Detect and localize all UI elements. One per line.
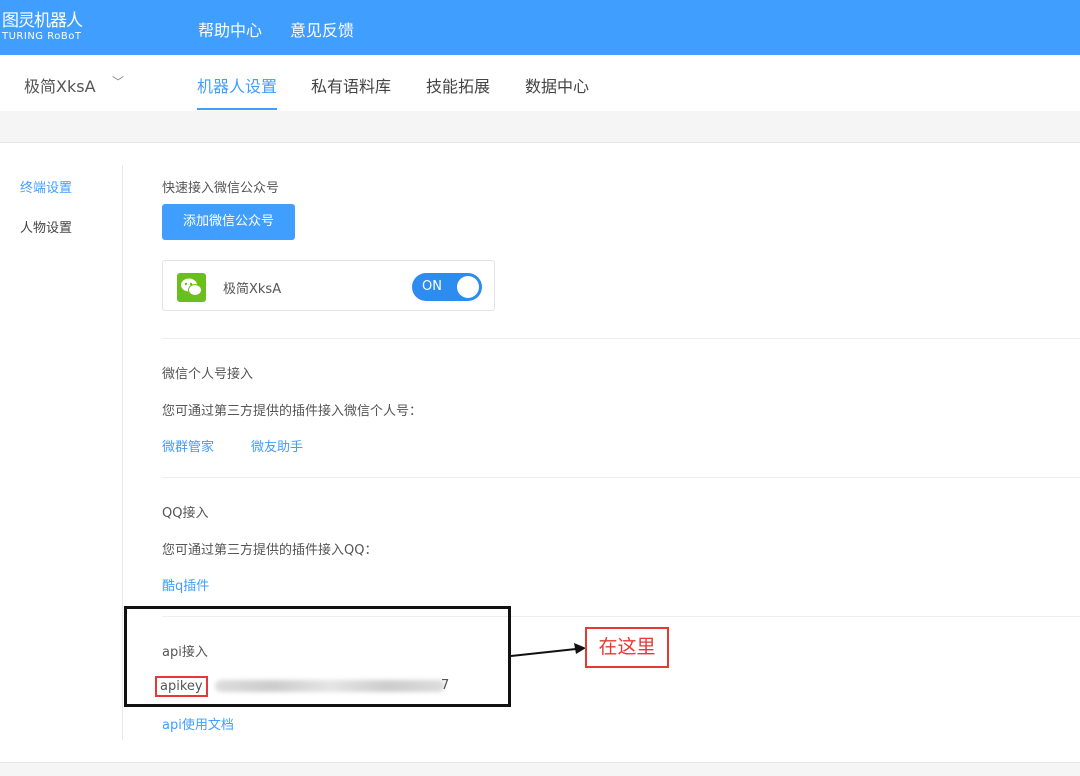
robot-selector[interactable]: 极简XksA ﹀ bbox=[24, 73, 124, 97]
wechat-official-title: 快速接入微信公众号 bbox=[162, 181, 280, 196]
tab-robot-settings[interactable]: 机器人设置 bbox=[197, 73, 278, 110]
tab-skills[interactable]: 技能拓展 bbox=[426, 73, 490, 97]
wechat-personal-desc: 您可通过第三方提供的插件接入微信个人号： bbox=[162, 404, 423, 419]
account-name: 极简XksA bbox=[223, 282, 282, 297]
divider bbox=[162, 338, 1080, 339]
logo[interactable]: 图灵机器人 TURING RoBoT bbox=[2, 12, 83, 43]
wechat-account-card: 极简XksA ON bbox=[162, 260, 495, 311]
annotation-note: 在这里 bbox=[585, 627, 669, 668]
sub-nav: 极简XksA ﹀ 机器人设置 私有语料库 技能拓展 数据中心 bbox=[0, 55, 1080, 111]
link-api-docs[interactable]: api使用文档 bbox=[162, 714, 234, 733]
divider-band bbox=[0, 111, 1080, 143]
qq-title: QQ接入 bbox=[162, 506, 209, 521]
account-toggle[interactable]: ON bbox=[412, 273, 482, 301]
top-bar: 图灵机器人 TURING RoBoT 帮助中心 意见反馈 bbox=[0, 0, 1080, 55]
sidebar-item-terminal[interactable]: 终端设置 bbox=[20, 177, 72, 196]
highlight-box bbox=[124, 606, 511, 707]
nav-help-center[interactable]: 帮助中心 bbox=[198, 17, 262, 41]
add-wechat-official-button[interactable]: 添加微信公众号 bbox=[162, 204, 295, 240]
qq-desc: 您可通过第三方提供的插件接入QQ： bbox=[162, 543, 378, 558]
toggle-knob bbox=[457, 276, 479, 298]
link-weiqun-guanjia[interactable]: 微群管家 bbox=[162, 436, 214, 455]
footer-band bbox=[0, 762, 1080, 776]
chevron-down-icon: ﹀ bbox=[112, 75, 125, 89]
divider bbox=[162, 477, 1080, 478]
robot-name: 极简XksA bbox=[24, 77, 96, 96]
tab-private-corpus[interactable]: 私有语料库 bbox=[311, 73, 391, 97]
nav-feedback[interactable]: 意见反馈 bbox=[290, 17, 354, 41]
wechat-personal-title: 微信个人号接入 bbox=[162, 367, 254, 382]
link-kuq-plugin[interactable]: 酷q插件 bbox=[162, 575, 209, 594]
tab-data-center[interactable]: 数据中心 bbox=[525, 73, 589, 97]
wechat-icon bbox=[177, 273, 206, 302]
link-weiyou-zhushou[interactable]: 微友助手 bbox=[251, 436, 303, 455]
toggle-label: ON bbox=[422, 279, 442, 294]
sidebar: 终端设置 人物设置 bbox=[0, 165, 123, 740]
sidebar-item-persona[interactable]: 人物设置 bbox=[20, 217, 72, 236]
arrow-icon bbox=[510, 643, 586, 657]
